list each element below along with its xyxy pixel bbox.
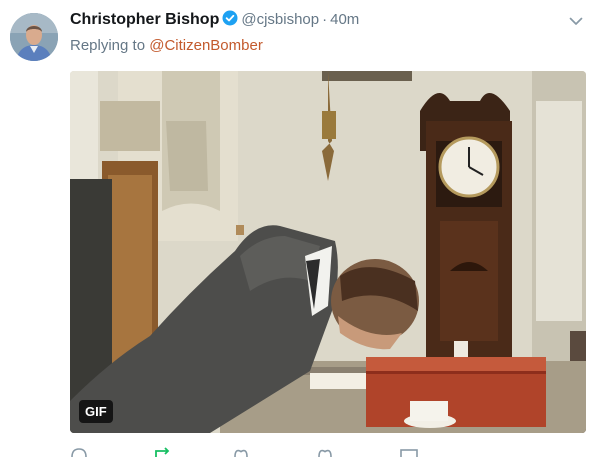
reply-to-link[interactable]: @CitizenBomber bbox=[149, 37, 263, 54]
heart-icon[interactable] bbox=[316, 444, 334, 462]
tweet-card[interactable]: Christopher Bishop @cjsbishop · 40m Replyin… bbox=[0, 0, 600, 461]
avatar[interactable] bbox=[10, 13, 58, 61]
reply-prefix: Replying to bbox=[70, 37, 146, 54]
tweet-media[interactable]: GIF bbox=[70, 71, 586, 433]
tweet-timestamp[interactable]: 40m bbox=[330, 11, 359, 28]
reply-context: Replying to @CitizenBomber bbox=[70, 37, 263, 54]
retweet-icon[interactable] bbox=[154, 444, 174, 462]
reply-icon[interactable] bbox=[70, 444, 88, 462]
tweet-actions bbox=[70, 444, 590, 461]
verified-badge-icon bbox=[222, 10, 238, 31]
author-name[interactable]: Christopher Bishop bbox=[70, 11, 219, 28]
avatar-image bbox=[10, 13, 58, 61]
separator-dot: · bbox=[322, 11, 328, 28]
gif-badge: GIF bbox=[79, 400, 113, 423]
author-handle[interactable]: @cjsbishop bbox=[241, 11, 319, 28]
gif-image bbox=[70, 71, 586, 433]
chevron-down-icon[interactable] bbox=[568, 13, 584, 34]
tweet-header: Christopher Bishop @cjsbishop · 40m bbox=[70, 10, 590, 34]
envelope-icon[interactable] bbox=[400, 444, 418, 462]
heart-icon[interactable] bbox=[232, 444, 250, 462]
